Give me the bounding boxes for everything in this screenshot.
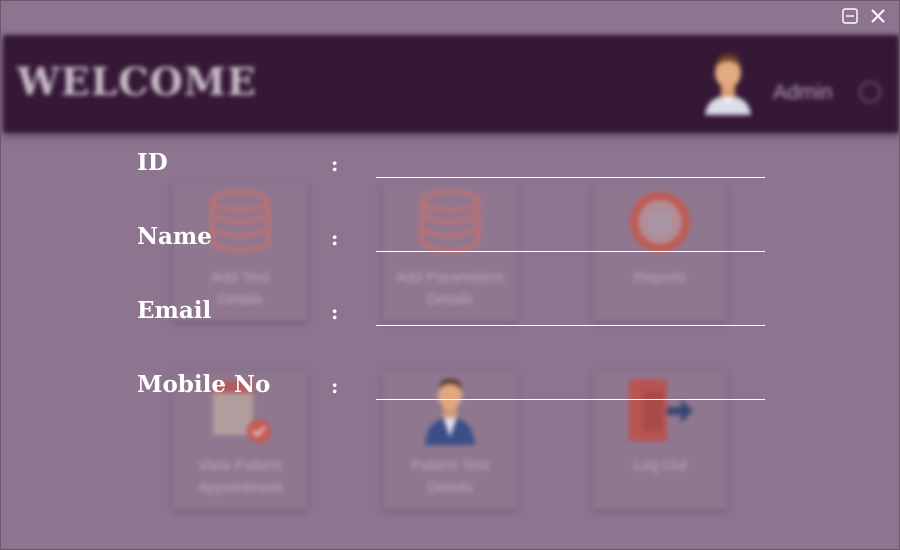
mobile-no-field[interactable]: [376, 373, 765, 400]
email-field[interactable]: [376, 299, 765, 326]
email-colon: :: [331, 300, 339, 324]
id-label: ID: [137, 149, 168, 176]
user-details-form: ID : Name : Email : Mobile No :: [1, 1, 899, 549]
app-window: WELCOME Admin Add Test Details Add Param…: [0, 0, 900, 550]
mobile-no-label: Mobile No: [137, 371, 271, 398]
id-colon: :: [331, 152, 339, 176]
mobile-no-colon: :: [331, 374, 339, 398]
email-label: Email: [137, 297, 212, 324]
name-field[interactable]: [376, 225, 765, 252]
id-field[interactable]: [376, 151, 765, 178]
name-label: Name: [137, 223, 212, 250]
name-colon: :: [331, 226, 339, 250]
